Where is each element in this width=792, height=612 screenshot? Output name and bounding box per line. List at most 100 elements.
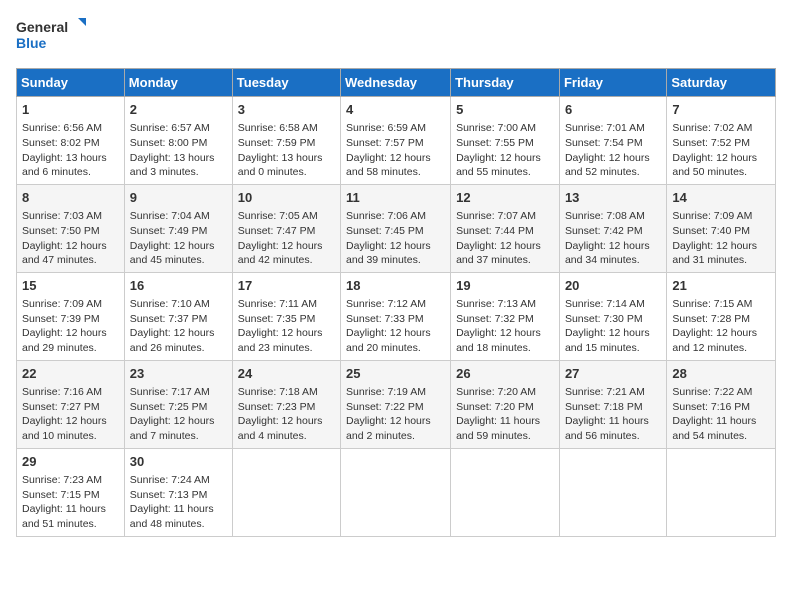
day-number: 5	[456, 101, 554, 119]
header-row: SundayMondayTuesdayWednesdayThursdayFrid…	[17, 69, 776, 97]
column-header-friday: Friday	[559, 69, 666, 97]
calendar-cell: 10 Sunrise: 7:05 AM Sunset: 7:47 PM Dayli…	[232, 184, 340, 272]
calendar-cell: 12 Sunrise: 7:07 AM Sunset: 7:44 PM Dayli…	[451, 184, 560, 272]
calendar-cell	[232, 448, 340, 536]
column-header-tuesday: Tuesday	[232, 69, 340, 97]
day-info: Sunrise: 7:20 AM Sunset: 7:20 PM Dayligh…	[456, 385, 554, 444]
day-number: 15	[22, 277, 119, 295]
day-number: 29	[22, 453, 119, 471]
logo: General Blue	[16, 16, 86, 56]
day-number: 14	[672, 189, 770, 207]
week-row: 15 Sunrise: 7:09 AM Sunset: 7:39 PM Dayli…	[17, 272, 776, 360]
day-info: Sunrise: 7:22 AM Sunset: 7:16 PM Dayligh…	[672, 385, 770, 444]
calendar-cell: 11Sunrise: 7:06 AM Sunset: 7:45 PM Dayli…	[341, 184, 451, 272]
day-number: 25	[346, 365, 445, 383]
page-header: General Blue	[16, 16, 776, 56]
day-info: Sunrise: 7:00 AM Sunset: 7:55 PM Dayligh…	[456, 121, 554, 180]
day-number: 9	[130, 189, 227, 207]
day-number: 2	[130, 101, 227, 119]
day-info: Sunrise: 7:18 AM Sunset: 7:23 PM Dayligh…	[238, 385, 335, 444]
day-info: Sunrise: 6:58 AM Sunset: 7:59 PM Dayligh…	[238, 121, 335, 180]
calendar-cell: 4 Sunrise: 6:59 AM Sunset: 7:57 PM Daylig…	[341, 97, 451, 185]
calendar-cell: 29 Sunrise: 7:23 AM Sunset: 7:15 PM Dayli…	[17, 448, 125, 536]
calendar-cell: 13Sunrise: 7:08 AM Sunset: 7:42 PM Dayli…	[559, 184, 666, 272]
day-info: Sunrise: 6:57 AM Sunset: 8:00 PM Dayligh…	[130, 121, 227, 180]
calendar-cell: 20 Sunrise: 7:14 AM Sunset: 7:30 PM Dayli…	[559, 272, 666, 360]
day-number: 10	[238, 189, 335, 207]
day-number: 19	[456, 277, 554, 295]
day-number: 20	[565, 277, 661, 295]
day-number: 13	[565, 189, 661, 207]
week-row: 8 Sunrise: 7:03 AM Sunset: 7:50 PM Daylig…	[17, 184, 776, 272]
calendar-cell: 22 Sunrise: 7:16 AM Sunset: 7:27 PM Dayli…	[17, 360, 125, 448]
column-header-thursday: Thursday	[451, 69, 560, 97]
day-number: 26	[456, 365, 554, 383]
day-number: 3	[238, 101, 335, 119]
calendar-cell: 1 Sunrise: 6:56 AM Sunset: 8:02 PM Daylig…	[17, 97, 125, 185]
day-number: 24	[238, 365, 335, 383]
svg-text:Blue: Blue	[16, 35, 47, 51]
day-info: Sunrise: 7:01 AM Sunset: 7:54 PM Dayligh…	[565, 121, 661, 180]
day-number: 8	[22, 189, 119, 207]
day-info: Sunrise: 7:24 AM Sunset: 7:13 PM Dayligh…	[130, 473, 227, 532]
calendar-cell: 16 Sunrise: 7:10 AM Sunset: 7:37 PM Dayli…	[124, 272, 232, 360]
week-row: 29 Sunrise: 7:23 AM Sunset: 7:15 PM Dayli…	[17, 448, 776, 536]
day-info: Sunrise: 7:07 AM Sunset: 7:44 PM Dayligh…	[456, 209, 554, 268]
day-number: 23	[130, 365, 227, 383]
day-info: Sunrise: 7:19 AM Sunset: 7:22 PM Dayligh…	[346, 385, 445, 444]
day-number: 27	[565, 365, 661, 383]
day-number: 7	[672, 101, 770, 119]
calendar-cell: 23Sunrise: 7:17 AM Sunset: 7:25 PM Dayli…	[124, 360, 232, 448]
calendar-cell: 3 Sunrise: 6:58 AM Sunset: 7:59 PM Daylig…	[232, 97, 340, 185]
calendar-cell: 6Sunrise: 7:01 AM Sunset: 7:54 PM Daylig…	[559, 97, 666, 185]
day-info: Sunrise: 6:56 AM Sunset: 8:02 PM Dayligh…	[22, 121, 119, 180]
day-info: Sunrise: 7:14 AM Sunset: 7:30 PM Dayligh…	[565, 297, 661, 356]
calendar-cell: 27Sunrise: 7:21 AM Sunset: 7:18 PM Dayli…	[559, 360, 666, 448]
calendar-cell: 15 Sunrise: 7:09 AM Sunset: 7:39 PM Dayli…	[17, 272, 125, 360]
day-number: 28	[672, 365, 770, 383]
day-info: Sunrise: 7:03 AM Sunset: 7:50 PM Dayligh…	[22, 209, 119, 268]
day-number: 17	[238, 277, 335, 295]
column-header-sunday: Sunday	[17, 69, 125, 97]
calendar-cell: 2 Sunrise: 6:57 AM Sunset: 8:00 PM Daylig…	[124, 97, 232, 185]
logo-svg: General Blue	[16, 16, 86, 56]
day-info: Sunrise: 7:05 AM Sunset: 7:47 PM Dayligh…	[238, 209, 335, 268]
day-info: Sunrise: 6:59 AM Sunset: 7:57 PM Dayligh…	[346, 121, 445, 180]
calendar-cell: 7 Sunrise: 7:02 AM Sunset: 7:52 PM Daylig…	[667, 97, 776, 185]
day-number: 22	[22, 365, 119, 383]
day-info: Sunrise: 7:02 AM Sunset: 7:52 PM Dayligh…	[672, 121, 770, 180]
calendar-cell	[667, 448, 776, 536]
day-number: 30	[130, 453, 227, 471]
calendar-cell: 14 Sunrise: 7:09 AM Sunset: 7:40 PM Dayli…	[667, 184, 776, 272]
day-info: Sunrise: 7:23 AM Sunset: 7:15 PM Dayligh…	[22, 473, 119, 532]
calendar-cell: 9 Sunrise: 7:04 AM Sunset: 7:49 PM Daylig…	[124, 184, 232, 272]
day-number: 18	[346, 277, 445, 295]
column-header-saturday: Saturday	[667, 69, 776, 97]
calendar-cell	[341, 448, 451, 536]
calendar-cell: 30 Sunrise: 7:24 AM Sunset: 7:13 PM Dayli…	[124, 448, 232, 536]
day-info: Sunrise: 7:16 AM Sunset: 7:27 PM Dayligh…	[22, 385, 119, 444]
day-info: Sunrise: 7:04 AM Sunset: 7:49 PM Dayligh…	[130, 209, 227, 268]
day-number: 16	[130, 277, 227, 295]
calendar-cell: 26 Sunrise: 7:20 AM Sunset: 7:20 PM Dayli…	[451, 360, 560, 448]
column-header-wednesday: Wednesday	[341, 69, 451, 97]
calendar-cell: 28 Sunrise: 7:22 AM Sunset: 7:16 PM Dayli…	[667, 360, 776, 448]
day-info: Sunrise: 7:11 AM Sunset: 7:35 PM Dayligh…	[238, 297, 335, 356]
calendar-table: SundayMondayTuesdayWednesdayThursdayFrid…	[16, 68, 776, 537]
calendar-cell: 19Sunrise: 7:13 AM Sunset: 7:32 PM Dayli…	[451, 272, 560, 360]
calendar-cell: 5 Sunrise: 7:00 AM Sunset: 7:55 PM Daylig…	[451, 97, 560, 185]
week-row: 1 Sunrise: 6:56 AM Sunset: 8:02 PM Daylig…	[17, 97, 776, 185]
calendar-cell: 21Sunrise: 7:15 AM Sunset: 7:28 PM Dayli…	[667, 272, 776, 360]
day-number: 4	[346, 101, 445, 119]
day-info: Sunrise: 7:09 AM Sunset: 7:40 PM Dayligh…	[672, 209, 770, 268]
day-number: 12	[456, 189, 554, 207]
day-number: 1	[22, 101, 119, 119]
calendar-cell: 8 Sunrise: 7:03 AM Sunset: 7:50 PM Daylig…	[17, 184, 125, 272]
svg-text:General: General	[16, 19, 68, 35]
day-info: Sunrise: 7:09 AM Sunset: 7:39 PM Dayligh…	[22, 297, 119, 356]
week-row: 22 Sunrise: 7:16 AM Sunset: 7:27 PM Dayli…	[17, 360, 776, 448]
day-info: Sunrise: 7:06 AM Sunset: 7:45 PM Dayligh…	[346, 209, 445, 268]
day-info: Sunrise: 7:10 AM Sunset: 7:37 PM Dayligh…	[130, 297, 227, 356]
calendar-cell	[559, 448, 666, 536]
calendar-cell: 24 Sunrise: 7:18 AM Sunset: 7:23 PM Dayli…	[232, 360, 340, 448]
